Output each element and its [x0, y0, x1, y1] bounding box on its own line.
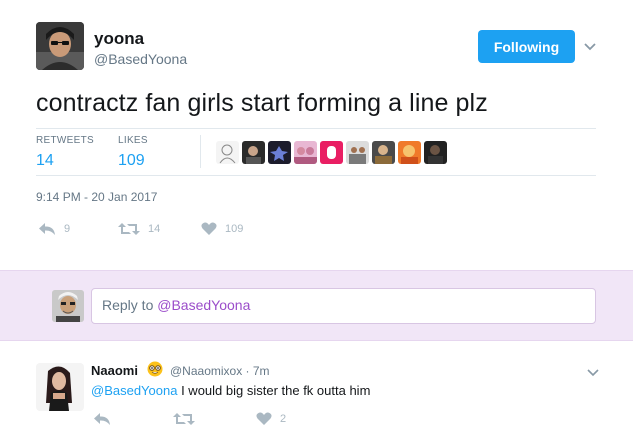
main-tweet: yoona @BasedYoona Following contractz fa…	[0, 0, 633, 270]
divider	[200, 135, 201, 168]
retweets-label: RETWEETS	[36, 135, 94, 146]
like-action[interactable]: 109	[201, 222, 243, 236]
nerd-face-icon	[147, 361, 163, 377]
reply-input[interactable]: Reply to @BasedYoona	[91, 288, 596, 324]
heart-icon	[256, 412, 272, 425]
like-count: 109	[225, 223, 244, 235]
liker-avatar[interactable]	[398, 141, 421, 164]
heart-icon	[201, 222, 217, 235]
liker-avatar[interactable]	[320, 141, 343, 164]
retweet-action[interactable]	[173, 412, 203, 426]
chevron-down-icon[interactable]	[586, 365, 600, 384]
liker-avatar[interactable]	[346, 141, 369, 164]
current-user-avatar	[52, 290, 84, 322]
reply-author-handle[interactable]: @Naaomixox · 7m	[170, 364, 270, 378]
likes-count: 109	[118, 152, 145, 169]
liker-avatar[interactable]	[216, 141, 239, 164]
reply-icon	[39, 223, 55, 235]
retweets-stat[interactable]: RETWEETS 14	[36, 135, 94, 170]
reply-prefix: Reply to	[102, 297, 158, 313]
reply-text-mention[interactable]: @BasedYoona	[91, 383, 177, 398]
retweet-icon	[118, 223, 140, 235]
liker-avatars	[216, 141, 450, 164]
liker-avatar[interactable]	[372, 141, 395, 164]
chevron-down-icon[interactable]	[582, 38, 598, 54]
reply-text-body: I would big sister the fk outta him	[177, 383, 371, 398]
retweet-count: 14	[148, 223, 161, 235]
liker-avatar[interactable]	[294, 141, 317, 164]
reply-tweet: Naaomi @Naaomixox · 7m @BasedYoona I wou…	[0, 345, 633, 439]
reply-text: @BasedYoona I would big sister the fk ou…	[91, 383, 370, 398]
like-action[interactable]: 2	[256, 412, 286, 426]
reply-count: 9	[64, 223, 71, 235]
reply-action[interactable]	[93, 412, 119, 426]
reply-action[interactable]: 9	[38, 222, 70, 236]
retweets-count: 14	[36, 152, 54, 169]
retweet-icon	[173, 413, 195, 425]
reply-icon	[94, 413, 110, 425]
liker-avatar[interactable]	[268, 141, 291, 164]
author-avatar[interactable]	[36, 22, 84, 70]
reply-author-name[interactable]: Naaomi	[91, 363, 138, 378]
likes-stat[interactable]: LIKES 109	[118, 135, 148, 170]
likes-label: LIKES	[118, 135, 148, 146]
author-handle[interactable]: @BasedYoona	[94, 51, 187, 67]
reply-author-avatar[interactable]	[36, 363, 84, 411]
reply-composer: Reply to @BasedYoona	[0, 270, 633, 341]
reply-mention: @BasedYoona	[157, 297, 251, 313]
tweet-text: contractz fan girls start forming a line…	[36, 89, 488, 117]
following-button[interactable]: Following	[478, 30, 575, 63]
tweet-timestamp[interactable]: 9:14 PM - 20 Jan 2017	[36, 190, 157, 204]
retweet-action[interactable]: 14	[118, 222, 160, 236]
author-name[interactable]: yoona	[94, 29, 144, 49]
like-count: 2	[280, 413, 287, 425]
liker-avatar[interactable]	[424, 141, 447, 164]
divider	[36, 128, 596, 129]
divider	[36, 175, 596, 176]
liker-avatar[interactable]	[242, 141, 265, 164]
